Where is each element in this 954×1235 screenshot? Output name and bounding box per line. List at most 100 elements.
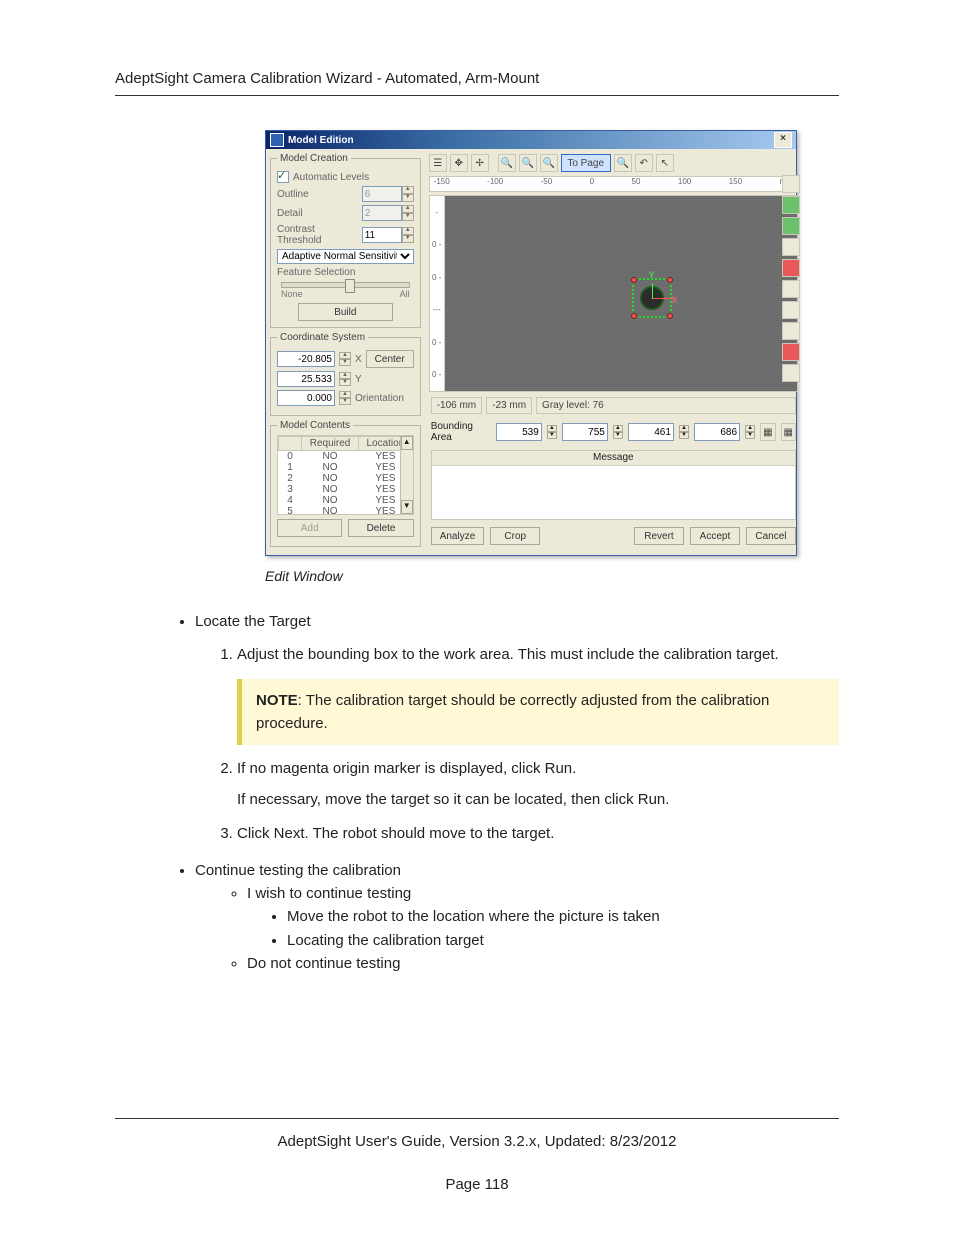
undo-icon[interactable]: ↶	[635, 154, 653, 172]
side-tool-panel	[782, 175, 798, 382]
table-row[interactable]: 4NOYES	[279, 495, 413, 506]
contrast-spinner[interactable]: ▲▼	[402, 227, 414, 243]
side-tool-2-icon[interactable]	[782, 196, 800, 214]
zoom-region-icon[interactable]: 🔍	[614, 154, 632, 172]
center-button[interactable]: Center	[366, 350, 414, 368]
vertical-ruler: -0 -0 - ---0 -0 -	[430, 196, 445, 391]
feature-selection-label: Feature Selection	[277, 267, 355, 278]
ba-spin-4[interactable]: ▲▼	[745, 425, 755, 439]
page-number: Page 118	[115, 1176, 839, 1193]
step-3: Click Next. The robot should move to the…	[237, 822, 839, 845]
model-contents-group: Model Contents Required Location 0NOYES1…	[270, 420, 421, 547]
coord-y-input[interactable]	[277, 371, 335, 387]
message-box: Message	[431, 450, 796, 520]
side-tool-3-icon[interactable]	[782, 217, 800, 235]
tool-move-icon[interactable]: ✢	[471, 154, 489, 172]
bounding-area-label: Bounding Area	[431, 421, 486, 443]
cancel-button[interactable]: Cancel	[746, 527, 796, 545]
coord-orient-label: Orientation	[355, 393, 404, 404]
revert-button[interactable]: Revert	[634, 527, 684, 545]
table-row[interactable]: 2NOYES	[279, 473, 413, 484]
table-row[interactable]: 3NOYES	[279, 484, 413, 495]
pointer-icon[interactable]: ↖	[656, 154, 674, 172]
outline-input[interactable]	[362, 186, 402, 202]
continue-yes-b: Locating the calibration target	[287, 929, 839, 952]
zoom-in-icon[interactable]: 🔍	[498, 154, 516, 172]
accept-button[interactable]: Accept	[690, 527, 740, 545]
calibration-target[interactable]: X Y	[632, 278, 672, 318]
side-tool-4-icon[interactable]	[782, 238, 800, 256]
zoom-out-icon[interactable]: 🔍	[540, 154, 558, 172]
ba-spin-3[interactable]: ▲▼	[679, 425, 689, 439]
ba-input-1[interactable]	[496, 423, 542, 441]
model-contents-table[interactable]: Required Location 0NOYES1NOYES2NOYES3NOY…	[277, 435, 414, 515]
ba-input-3[interactable]	[628, 423, 674, 441]
model-creation-legend: Model Creation	[277, 153, 351, 164]
coord-orient-spinner[interactable]: ▲▼	[339, 391, 351, 405]
outline-spinner[interactable]: ▲▼	[402, 186, 414, 202]
coord-x-input[interactable]	[277, 351, 335, 367]
page-title: AdeptSight Camera Calibration Wizard - A…	[115, 70, 839, 87]
readout-x: -106 mm	[431, 397, 482, 414]
model-contents-legend: Model Contents	[277, 420, 353, 431]
ba-mode-1-icon[interactable]: ▦	[760, 423, 775, 441]
table-row[interactable]: 5NOYES	[279, 506, 413, 515]
ba-spin-2[interactable]: ▲▼	[613, 425, 623, 439]
zoom-fit-select[interactable]: To Page	[561, 154, 611, 172]
message-header[interactable]: Message	[432, 451, 795, 466]
continue-yes-a: Move the robot to the location where the…	[287, 905, 839, 928]
feature-slider[interactable]	[281, 282, 410, 288]
col-required[interactable]: Required	[302, 437, 359, 451]
model-edition-window: Model Edition × Model Creation Automatic…	[265, 130, 797, 556]
model-creation-group: Model Creation Automatic Levels Outline …	[270, 153, 421, 328]
readout-y: -23 mm	[486, 397, 532, 414]
analyze-button[interactable]: Analyze	[431, 527, 485, 545]
side-tool-8-icon[interactable]	[782, 322, 800, 340]
sensitivity-select[interactable]: Adaptive Normal Sensitivity	[277, 249, 414, 264]
side-tool-9-icon[interactable]	[782, 343, 800, 361]
side-tool-5-icon[interactable]	[782, 259, 800, 277]
table-row[interactable]: 1NOYES	[279, 462, 413, 473]
side-tool-6-icon[interactable]	[782, 280, 800, 298]
step-1: Adjust the bounding box to the work area…	[237, 643, 839, 745]
build-button[interactable]: Build	[298, 303, 394, 321]
coord-x-spinner[interactable]: ▲▼	[339, 352, 351, 366]
slider-none-label: None	[281, 289, 303, 299]
footer-rule	[115, 1118, 839, 1119]
continue-no: Do not continue testing	[247, 952, 839, 975]
col-index[interactable]	[279, 437, 302, 451]
table-scrollbar[interactable]: ▲▼	[400, 436, 413, 514]
crop-button[interactable]: Crop	[490, 527, 540, 545]
ba-mode-2-icon[interactable]: ▦	[781, 423, 796, 441]
tool-tree-icon[interactable]: ☰	[429, 154, 447, 172]
header-rule	[115, 95, 839, 96]
delete-button[interactable]: Delete	[348, 519, 413, 537]
figure-caption: Edit Window	[265, 568, 839, 584]
automatic-levels-label: Automatic Levels	[293, 172, 369, 183]
detail-spinner[interactable]: ▲▼	[402, 205, 414, 221]
contrast-label: Contrast Threshold	[277, 224, 358, 246]
outline-label: Outline	[277, 189, 309, 200]
continue-yes: I wish to continue testing Move the robo…	[247, 882, 839, 952]
ba-input-2[interactable]	[562, 423, 608, 441]
add-button[interactable]: Add	[277, 519, 342, 537]
ba-spin-1[interactable]: ▲▼	[547, 425, 557, 439]
contrast-input[interactable]	[362, 227, 402, 243]
side-tool-1-icon[interactable]	[782, 175, 800, 193]
detail-input[interactable]	[362, 205, 402, 221]
side-tool-7-icon[interactable]	[782, 301, 800, 319]
note-box: NOTE: NOTE: The calibration target shoul…	[237, 679, 839, 746]
zoom-100-icon[interactable]: 🔍	[519, 154, 537, 172]
coord-y-spinner[interactable]: ▲▼	[339, 372, 351, 386]
table-row[interactable]: 0NOYES	[279, 451, 413, 463]
image-viewport[interactable]: -0 -0 - ---0 -0 - X Y	[429, 195, 798, 392]
readout-gray: Gray level: 76	[536, 397, 796, 414]
side-tool-10-icon[interactable]	[782, 364, 800, 382]
close-icon[interactable]: ×	[774, 132, 792, 148]
window-titlebar[interactable]: Model Edition ×	[266, 131, 796, 149]
coord-orient-input[interactable]	[277, 390, 335, 406]
automatic-levels-checkbox[interactable]	[277, 171, 289, 183]
ba-input-4[interactable]	[694, 423, 740, 441]
tool-pan-icon[interactable]: ✥	[450, 154, 468, 172]
slider-all-label: All	[400, 289, 410, 299]
